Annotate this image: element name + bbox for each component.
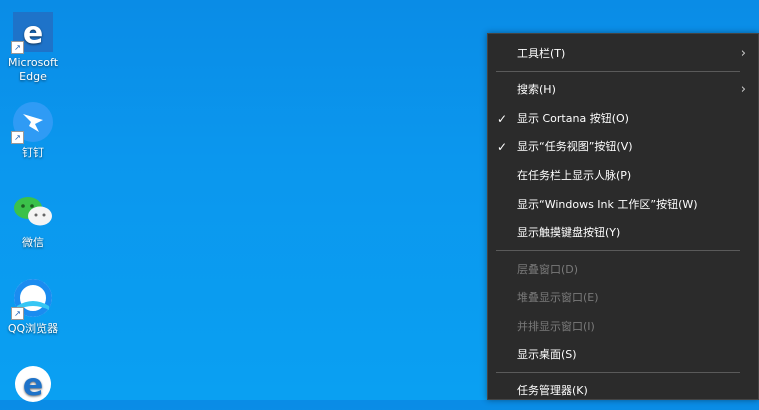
menu-item-show-cortana[interactable]: ✓ 显示 Cortana 按钮(O) [488, 107, 758, 131]
menu-item-cascade-windows: 层叠窗口(D) [488, 258, 758, 282]
desktop-icon-label: Microsoft Edge [7, 56, 59, 83]
chevron-right-icon: › [740, 82, 746, 97]
desktop-icon-label: QQ浏览器 [7, 322, 59, 335]
ie-icon: e [11, 362, 55, 406]
checkmark-icon: ✓ [497, 140, 508, 154]
menu-item-label: 在任务栏上显示人脉(P) [517, 169, 632, 182]
menu-item-label: 显示触摸键盘按钮(Y) [517, 226, 621, 239]
desktop-icon-label: 钉钉 [22, 146, 44, 159]
shortcut-arrow-icon: ↗ [11, 41, 24, 54]
menu-item-label: 层叠窗口(D) [517, 263, 579, 276]
menu-item-task-manager[interactable]: 任务管理器(K) [488, 379, 758, 403]
menu-item-stack-windows: 堆叠显示窗口(E) [488, 286, 758, 310]
svg-text:e: e [23, 368, 43, 403]
dingtalk-icon: ↗ [11, 100, 55, 144]
menu-item-label: 显示桌面(S) [517, 348, 577, 361]
shortcut-arrow-icon: ↗ [11, 131, 24, 144]
desktop-icon-dingtalk[interactable]: ↗ 钉钉 [0, 100, 66, 160]
checkmark-icon: ✓ [497, 112, 508, 126]
menu-separator [496, 71, 740, 72]
shortcut-arrow-icon: ↗ [11, 307, 24, 320]
desktop-icon-ie[interactable]: e [0, 362, 66, 408]
desktop-icon-qqbrowser[interactable]: ↗ QQ浏览器 [0, 276, 66, 336]
svg-text:e: e [23, 16, 43, 51]
menu-separator [496, 250, 740, 251]
desktop-icon-wechat[interactable]: 微信 [0, 190, 66, 250]
menu-item-search[interactable]: 搜索(H) › [488, 78, 758, 102]
menu-item-label: 任务管理器(K) [517, 384, 588, 397]
menu-separator [496, 372, 740, 373]
menu-item-side-by-side-windows: 并排显示窗口(I) [488, 315, 758, 339]
menu-item-label: 显示“任务视图”按钮(V) [517, 140, 633, 153]
edge-icon: e ↗ [11, 10, 55, 54]
desktop-icon-edge[interactable]: e ↗ Microsoft Edge [0, 10, 66, 84]
chevron-right-icon: › [740, 46, 746, 61]
menu-item-label: 堆叠显示窗口(E) [517, 291, 599, 304]
menu-item-show-people[interactable]: 在任务栏上显示人脉(P) [488, 164, 758, 188]
qq-browser-icon: ↗ [11, 276, 55, 320]
menu-item-label: 搜索(H) [517, 83, 556, 96]
taskbar-context-menu: 工具栏(T) › 搜索(H) › ✓ 显示 Cortana 按钮(O) ✓ 显示… [487, 33, 759, 400]
wechat-icon [11, 190, 55, 234]
menu-item-show-task-view[interactable]: ✓ 显示“任务视图”按钮(V) [488, 135, 758, 159]
menu-item-show-desktop[interactable]: 显示桌面(S) [488, 343, 758, 367]
menu-item-label: 并排显示窗口(I) [517, 320, 595, 333]
menu-item-show-windows-ink[interactable]: 显示“Windows Ink 工作区”按钮(W) [488, 193, 758, 217]
menu-item-toolbars[interactable]: 工具栏(T) › [488, 42, 758, 66]
menu-item-label: 工具栏(T) [517, 47, 566, 60]
menu-item-show-touch-keyboard[interactable]: 显示触摸键盘按钮(Y) [488, 221, 758, 245]
menu-item-label: 显示 Cortana 按钮(O) [517, 112, 629, 125]
desktop-icon-label: 微信 [22, 236, 44, 249]
menu-item-label: 显示“Windows Ink 工作区”按钮(W) [517, 198, 698, 211]
